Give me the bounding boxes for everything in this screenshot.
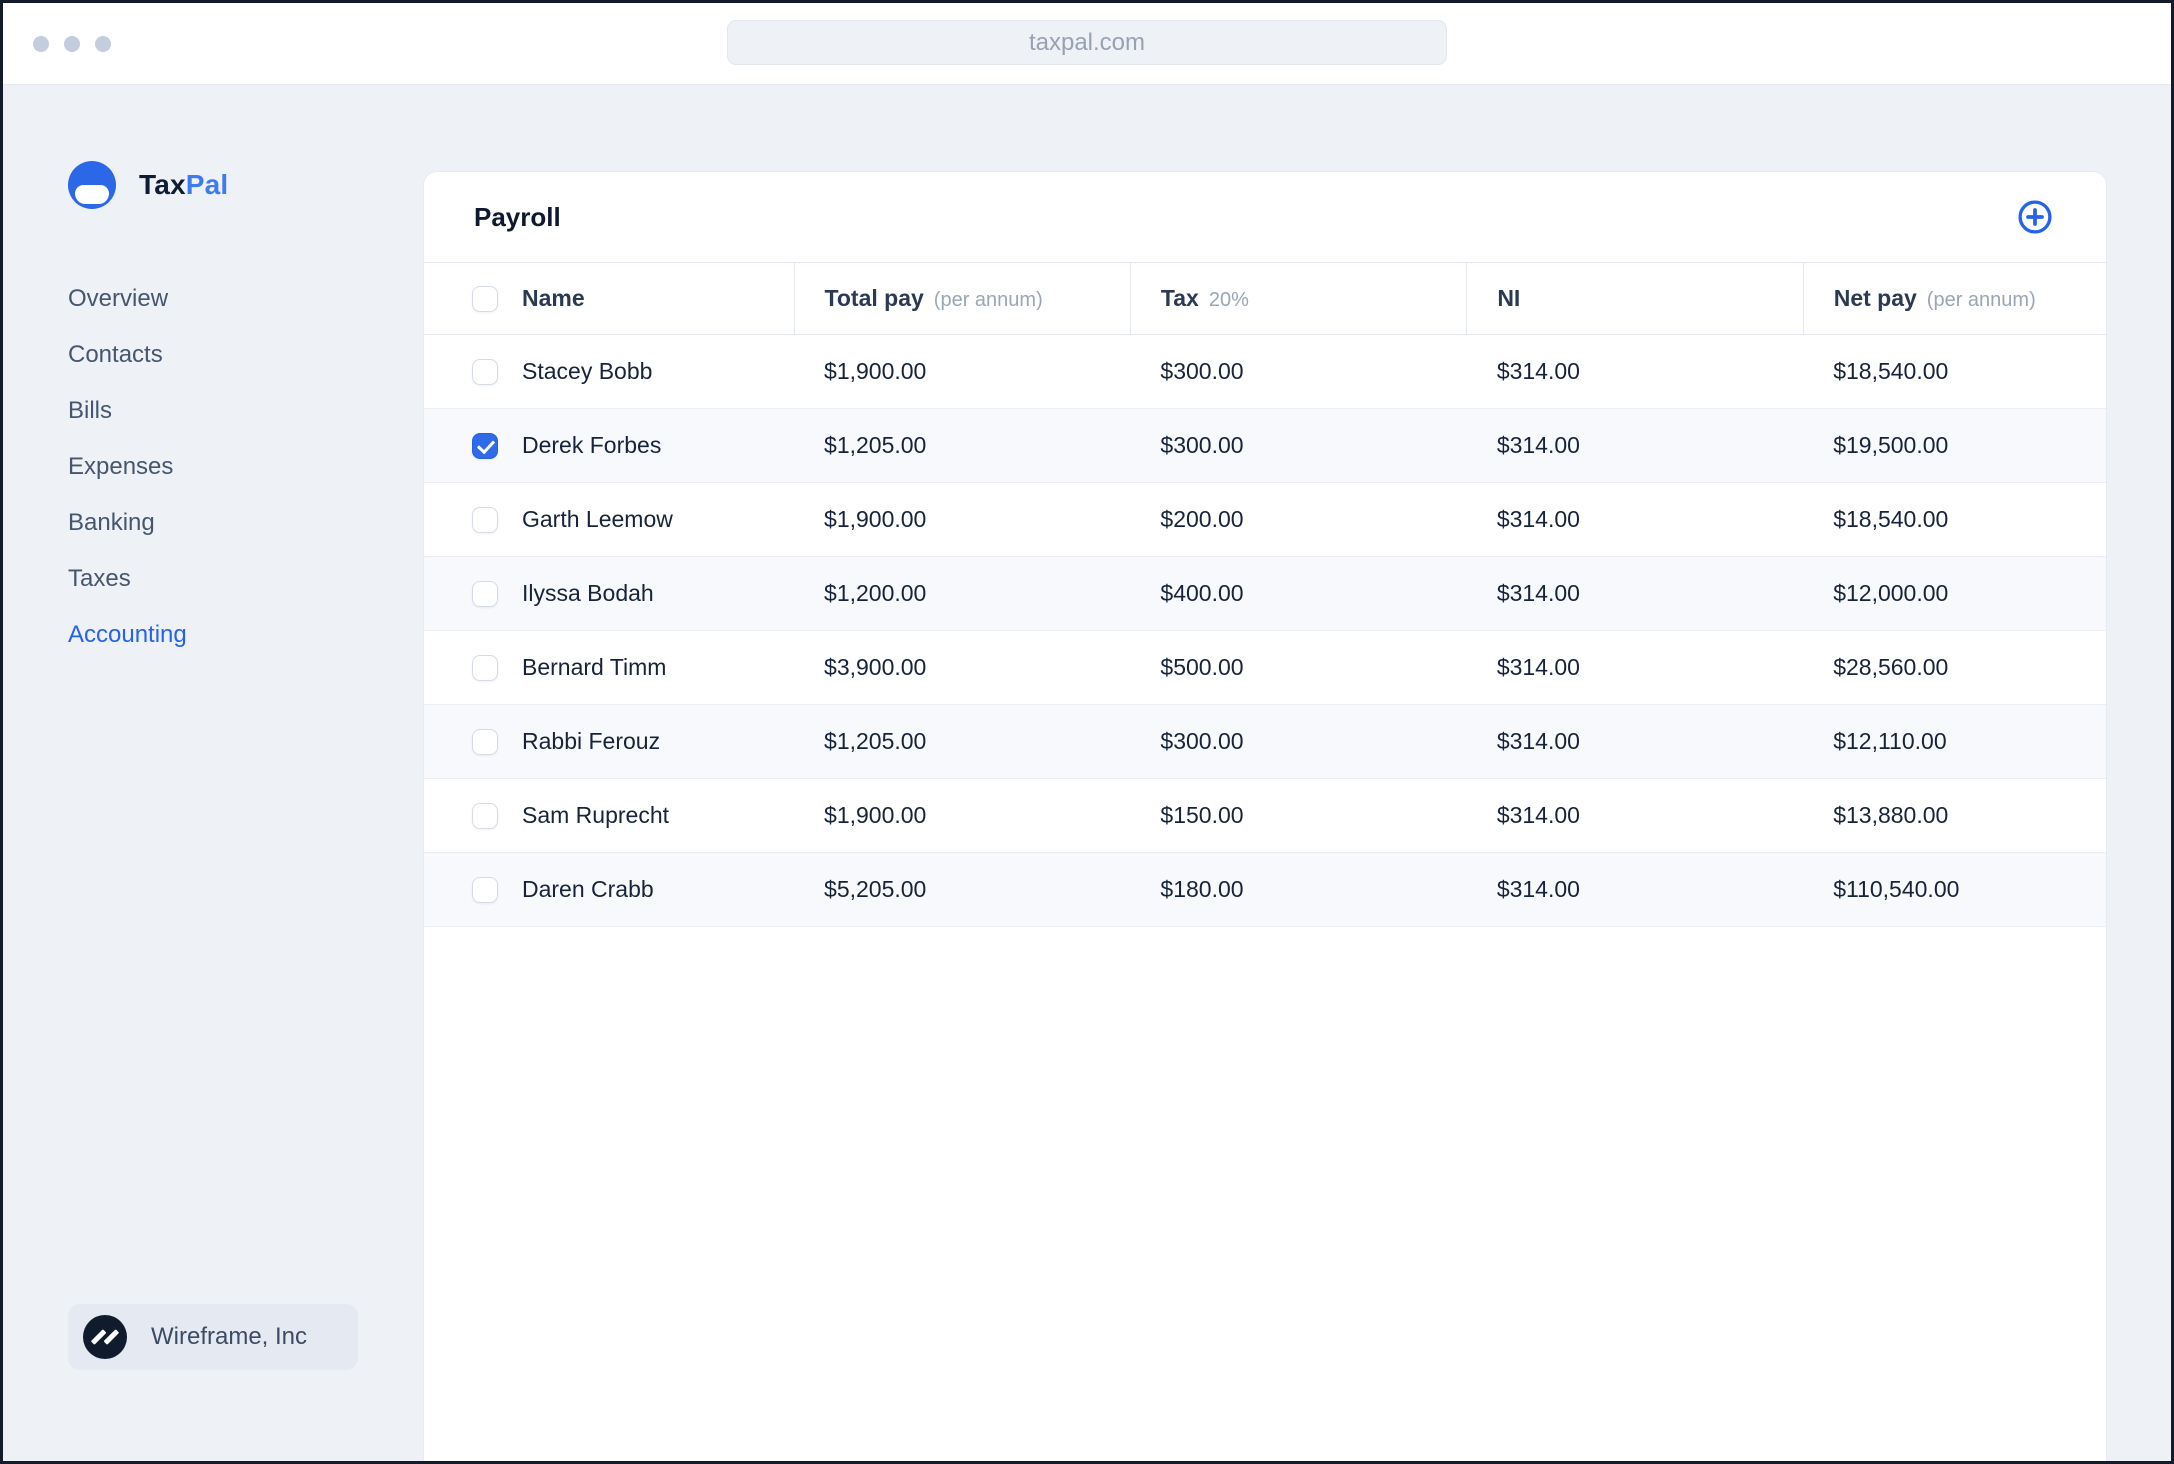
sidebar-nav: Overview Contacts Bills Expenses Banking Taxe… [68,271,423,663]
row-checkbox[interactable] [472,802,498,829]
wireframe-logo-icon [83,1315,127,1359]
table-row[interactable]: Daren Crabb $5,205.00 $180.00 $314.00 $1… [424,852,2106,927]
tax-value: $300.00 [1130,408,1467,483]
window-dot-icon [95,35,111,52]
sidebar-item-bills[interactable]: Bills [68,383,423,439]
net-pay-value: $18,540.00 [1803,482,2106,557]
tax-value: $300.00 [1130,704,1467,779]
tax-value: $300.00 [1160,358,1244,384]
ni-value: $314.00 [1466,852,1804,927]
window-dot-icon [64,35,80,52]
table-row[interactable]: Stacey Bobb $1,900.00 $300.00 $314.00 $1… [424,334,2106,409]
table-row[interactable]: Derek Forbes $1,205.00 $300.00 $314.00 $… [424,408,2106,483]
sidebar-item-accounting[interactable]: Accounting [68,607,423,663]
add-payroll-button[interactable] [2016,198,2054,236]
sidebar: TaxPal Overview Contacts Bills Expenses Bank… [3,85,423,1461]
sidebar-item-taxes[interactable]: Taxes [68,551,423,607]
payroll-card: Payroll Name Total pay (per annum) Tax 2… [423,171,2107,1461]
net-pay-value: $110,540.00 [1803,852,2106,927]
table-header-row: Name Total pay (per annum) Tax 20% NI Net … [424,262,2106,335]
employee-name: Rabbi Ferouz [522,728,661,754]
column-header-ni: NI [1466,262,1804,335]
row-checkbox[interactable] [472,358,498,385]
total-pay-value: $1,900.00 [794,482,1131,557]
tax-value: $400.00 [1130,556,1467,631]
total-pay-value: $1,900.00 [824,358,927,384]
window-controls [33,35,111,52]
employee-name: Derek Forbes [522,432,662,458]
employee-name: Stacey Bobb [522,358,653,384]
row-checkbox[interactable] [472,654,498,681]
total-pay-value: $1,200.00 [794,556,1131,631]
table-row[interactable]: Bernard Timm $3,900.00 $500.00 $314.00 $… [424,630,2106,705]
column-header-name: Name [424,262,795,335]
browser-chrome: taxpal.com [3,3,2171,85]
org-switcher[interactable]: Wireframe, Inc [68,1304,358,1370]
total-pay-value: $1,205.00 [794,408,1131,483]
table-row[interactable]: Rabbi Ferouz $1,205.00 $300.00 $314.00 $… [424,704,2106,779]
net-pay-value: $19,500.00 [1803,408,2106,483]
row-checkbox[interactable] [472,728,498,755]
tax-value: $150.00 [1130,778,1467,853]
employee-name: Garth Leemow [522,506,673,532]
payroll-card-header: Payroll [424,172,2106,262]
ni-value: $314.00 [1466,704,1804,779]
table-row[interactable]: Garth Leemow $1,900.00 $200.00 $314.00 $… [424,482,2106,557]
employee-name: Sam Ruprecht [522,802,670,828]
sidebar-item-contacts[interactable]: Contacts [68,327,423,383]
ni-value: $314.00 [1466,408,1804,483]
employee-name: Bernard Timm [522,654,667,680]
page-title: Payroll [474,201,561,232]
select-all-checkbox[interactable] [472,285,498,312]
total-pay-value: $3,900.00 [794,630,1131,705]
employee-name: Daren Crabb [522,876,654,902]
sidebar-item-expenses[interactable]: Expenses [68,439,423,495]
main-content: Payroll Name Total pay (per annum) Tax 2… [423,85,2171,1461]
row-checkbox[interactable] [472,876,498,903]
sidebar-item-overview[interactable]: Overview [68,271,423,327]
net-pay-value: $12,000.00 [1803,556,2106,631]
payroll-table: Name Total pay (per annum) Tax 20% NI Net … [424,262,2106,927]
ni-value: $314.00 [1466,778,1804,853]
tax-value: $180.00 [1130,852,1467,927]
net-pay-value: $18,540.00 [1833,358,1949,384]
row-checkbox[interactable] [472,432,498,459]
row-checkbox[interactable] [472,506,498,533]
brand-name: TaxPal [139,169,229,200]
total-pay-value: $1,205.00 [794,704,1131,779]
tax-value: $500.00 [1130,630,1467,705]
plus-circle-icon [2018,200,2052,234]
taxpal-logo[interactable]: TaxPal [68,161,423,209]
sidebar-item-banking[interactable]: Banking [68,495,423,551]
table-row[interactable]: Ilyssa Bodah $1,200.00 $400.00 $314.00 $… [424,556,2106,631]
total-pay-value: $1,900.00 [794,778,1131,853]
ni-value: $314.00 [1466,482,1804,557]
ni-value: $314.00 [1466,556,1804,631]
table-row[interactable]: Sam Ruprecht $1,900.00 $150.00 $314.00 $… [424,778,2106,853]
address-bar-url: taxpal.com [1028,28,1146,56]
org-name: Wireframe, Inc [151,1323,308,1350]
ni-value: $314.00 [1496,358,1580,384]
column-header-total-pay: Total pay (per annum) [793,262,1131,335]
column-header-net-pay: Net pay (per annum) [1802,262,2106,335]
net-pay-value: $13,880.00 [1803,778,2106,853]
address-bar[interactable]: taxpal.com [727,20,1447,65]
ni-value: $314.00 [1466,630,1804,705]
row-checkbox[interactable] [472,580,498,607]
total-pay-value: $5,205.00 [794,852,1131,927]
screenshot-frame: taxpal.com TaxPal Overview Contacts Bills E… [0,0,2174,1464]
taxpal-logo-icon [68,161,116,209]
employee-name: Ilyssa Bodah [522,580,654,606]
net-pay-value: $12,110.00 [1803,704,2106,779]
window-dot-icon [33,35,49,52]
column-header-tax: Tax 20% [1129,262,1467,335]
net-pay-value: $28,560.00 [1803,630,2106,705]
tax-value: $200.00 [1130,482,1467,557]
